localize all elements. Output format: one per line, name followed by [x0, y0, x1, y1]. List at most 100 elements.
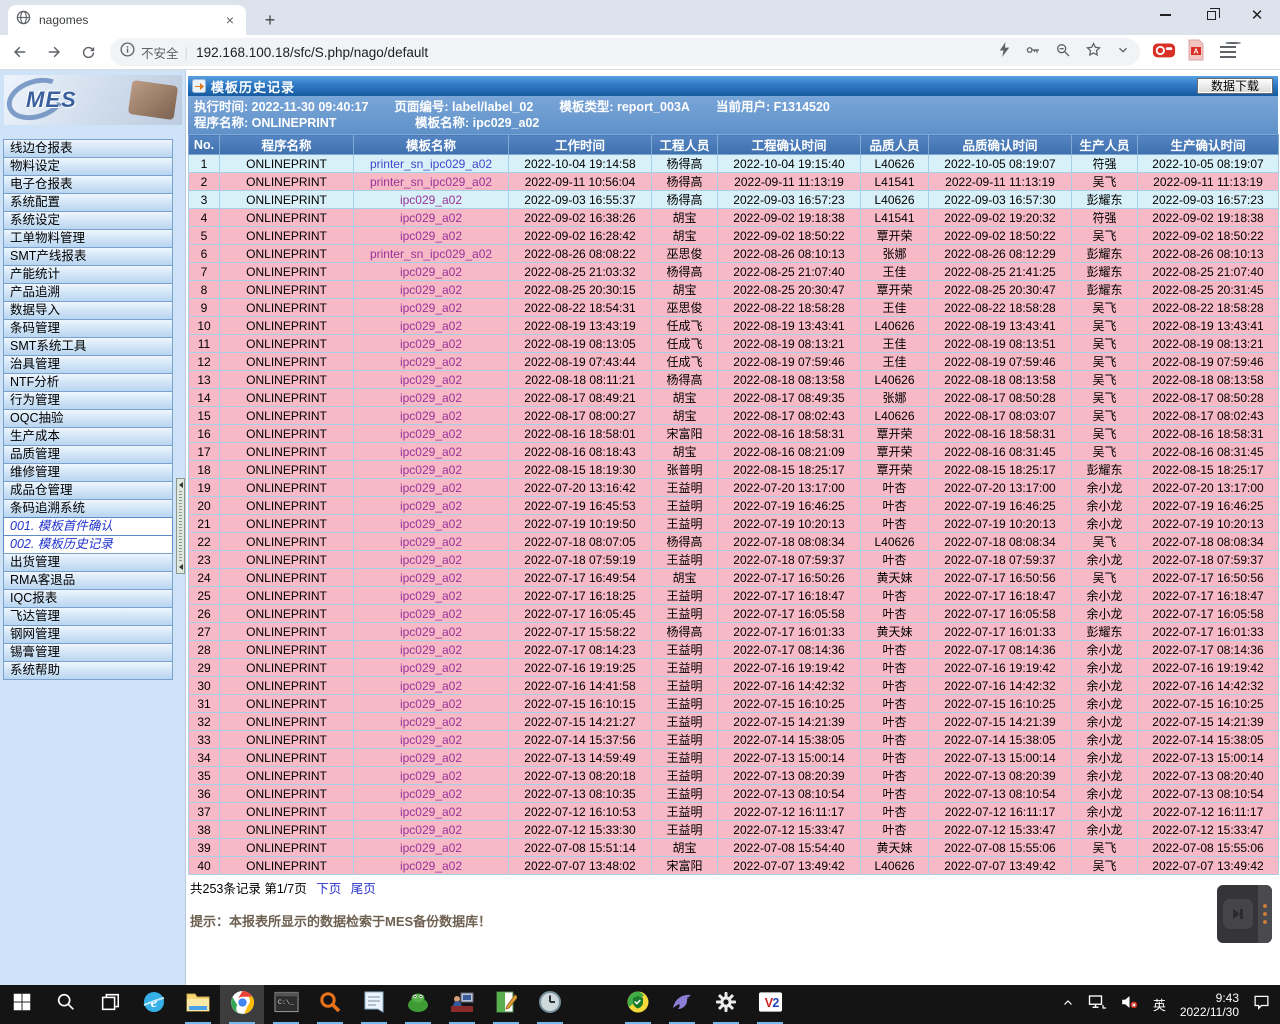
sidebar-item[interactable]: 产能统计 — [3, 265, 173, 284]
sidebar-item[interactable]: 工单物料管理 — [3, 229, 173, 248]
sidebar-item[interactable]: 锡膏管理 — [3, 643, 173, 662]
template-link[interactable]: ipc029_a02 — [354, 569, 509, 587]
template-link[interactable]: ipc029_a02 — [354, 551, 509, 569]
sidebar-item[interactable]: 出货管理 — [3, 553, 173, 572]
volume-muted-icon[interactable] — [1120, 994, 1139, 1015]
template-link[interactable]: ipc029_a02 — [354, 479, 509, 497]
sidebar-item[interactable]: 治具管理 — [3, 355, 173, 374]
minimize-button[interactable] — [1142, 0, 1188, 30]
taskbar-terminal-button[interactable]: C:\_ — [264, 985, 308, 1024]
chevron-down-icon[interactable] — [1116, 43, 1130, 62]
sidebar-item[interactable]: 系统设定 — [3, 211, 173, 230]
browser-menu-icon[interactable] — [1220, 41, 1242, 63]
sogou-extension-icon[interactable] — [1152, 39, 1176, 66]
ime-indicator[interactable]: 英 — [1153, 995, 1166, 1014]
recorder-more-icon[interactable] — [1258, 885, 1272, 943]
url-bar[interactable]: 不安全 | 192.168.100.18/sfc/S.php/nago/defa… — [110, 38, 1140, 66]
template-link[interactable]: ipc029_a02 — [354, 443, 509, 461]
taskbar-gear-button[interactable] — [704, 985, 748, 1024]
template-link[interactable]: ipc029_a02 — [354, 461, 509, 479]
template-link[interactable]: ipc029_a02 — [354, 317, 509, 335]
taskbar-notepad-button[interactable] — [352, 985, 396, 1024]
template-link[interactable]: printer_sn_ipc029_a02 — [354, 173, 509, 191]
sidebar-item[interactable]: 品质管理 — [3, 445, 173, 464]
taskbar-search-tool-button[interactable] — [308, 985, 352, 1024]
tray-chevron-up-icon[interactable] — [1062, 996, 1074, 1014]
taskbar-vnc-button[interactable]: V2 — [748, 985, 792, 1024]
taskbar-internet-explorer-button[interactable]: e — [132, 985, 176, 1024]
taskbar-log-tool-button[interactable] — [484, 985, 528, 1024]
template-link[interactable]: printer_sn_ipc029_a02 — [354, 155, 509, 173]
sidebar-item[interactable]: 数据导入 — [3, 301, 173, 320]
sidebar-item[interactable]: 条码管理 — [3, 319, 173, 338]
restore-button[interactable] — [1188, 0, 1234, 30]
sidebar-item[interactable]: OQC抽验 — [3, 409, 173, 428]
template-link[interactable]: ipc029_a02 — [354, 515, 509, 533]
sidebar-item[interactable]: 飞达管理 — [3, 607, 173, 626]
sidebar-subitem[interactable]: 001. 模板首件确认 — [3, 517, 173, 536]
bookmark-star-icon[interactable] — [1085, 41, 1102, 63]
template-link[interactable]: ipc029_a02 — [354, 281, 509, 299]
sidebar-item[interactable]: 条码追溯系统 — [3, 499, 173, 518]
template-link[interactable]: ipc029_a02 — [354, 263, 509, 281]
template-link[interactable]: ipc029_a02 — [354, 407, 509, 425]
template-link[interactable]: ipc029_a02 — [354, 713, 509, 731]
next-page-link[interactable]: 下页 — [316, 882, 341, 896]
sidebar-item[interactable]: 生产成本 — [3, 427, 173, 446]
sidebar-item[interactable]: 行为管理 — [3, 391, 173, 410]
sidebar-item[interactable]: 系统帮助 — [3, 661, 173, 680]
zoom-out-icon[interactable] — [1055, 42, 1071, 63]
taskbar-start-button[interactable] — [0, 985, 44, 1024]
sidebar-item[interactable]: 系统配置 — [3, 193, 173, 212]
sidebar-item[interactable]: 物料设定 — [3, 157, 173, 176]
sidebar-item[interactable]: RMA客退品 — [3, 571, 173, 590]
template-link[interactable]: ipc029_a02 — [354, 353, 509, 371]
back-button[interactable] — [6, 38, 34, 66]
taskbar-search-button[interactable] — [44, 985, 88, 1024]
template-link[interactable]: ipc029_a02 — [354, 425, 509, 443]
taskbar-file-explorer-button[interactable] — [176, 985, 220, 1024]
sidebar-item[interactable]: 产品追溯 — [3, 283, 173, 302]
taskbar-dolphin-button[interactable] — [660, 985, 704, 1024]
forward-button[interactable] — [40, 38, 68, 66]
template-link[interactable]: ipc029_a02 — [354, 731, 509, 749]
data-download-button[interactable]: 数据下载 — [1197, 78, 1273, 94]
reload-button[interactable] — [74, 38, 102, 66]
template-link[interactable]: ipc029_a02 — [354, 857, 509, 875]
sidebar-item[interactable]: SMT产线报表 — [3, 247, 173, 266]
sidebar-splitter[interactable] — [176, 478, 185, 574]
recorder-widget[interactable] — [1217, 885, 1272, 943]
sidebar-item[interactable]: IQC报表 — [3, 589, 173, 608]
template-link[interactable]: ipc029_a02 — [354, 785, 509, 803]
pdf-extension-icon[interactable]: A — [1186, 39, 1206, 66]
template-link[interactable]: ipc029_a02 — [354, 299, 509, 317]
template-link[interactable]: ipc029_a02 — [354, 623, 509, 641]
template-link[interactable]: ipc029_a02 — [354, 749, 509, 767]
template-link[interactable]: ipc029_a02 — [354, 839, 509, 857]
template-link[interactable]: ipc029_a02 — [354, 821, 509, 839]
last-page-link[interactable]: 尾页 — [351, 882, 376, 896]
template-link[interactable]: ipc029_a02 — [354, 371, 509, 389]
taskbar-security-shield-button[interactable] — [616, 985, 660, 1024]
template-link[interactable]: ipc029_a02 — [354, 587, 509, 605]
template-link[interactable]: ipc029_a02 — [354, 695, 509, 713]
template-link[interactable]: ipc029_a02 — [354, 803, 509, 821]
info-circle-icon[interactable] — [120, 42, 135, 62]
notification-center-icon[interactable] — [1253, 994, 1270, 1015]
sidebar-item[interactable]: 钢网管理 — [3, 625, 173, 644]
template-link[interactable]: ipc029_a02 — [354, 659, 509, 677]
template-link[interactable]: ipc029_a02 — [354, 497, 509, 515]
template-link[interactable]: ipc029_a02 — [354, 605, 509, 623]
template-link[interactable]: ipc029_a02 — [354, 641, 509, 659]
template-link[interactable]: ipc029_a02 — [354, 227, 509, 245]
template-link[interactable]: ipc029_a02 — [354, 677, 509, 695]
template-link[interactable]: ipc029_a02 — [354, 533, 509, 551]
template-link[interactable]: ipc029_a02 — [354, 389, 509, 407]
template-link[interactable]: ipc029_a02 — [354, 335, 509, 353]
taskbar-clock-tool-button[interactable] — [528, 985, 572, 1024]
taskbar-chrome-button[interactable] — [220, 985, 264, 1024]
sidebar-item[interactable]: NTF分析 — [3, 373, 173, 392]
lightning-icon[interactable] — [998, 42, 1011, 62]
sidebar-subitem[interactable]: 002. 模板历史记录 — [3, 535, 173, 554]
template-link[interactable]: ipc029_a02 — [354, 209, 509, 227]
